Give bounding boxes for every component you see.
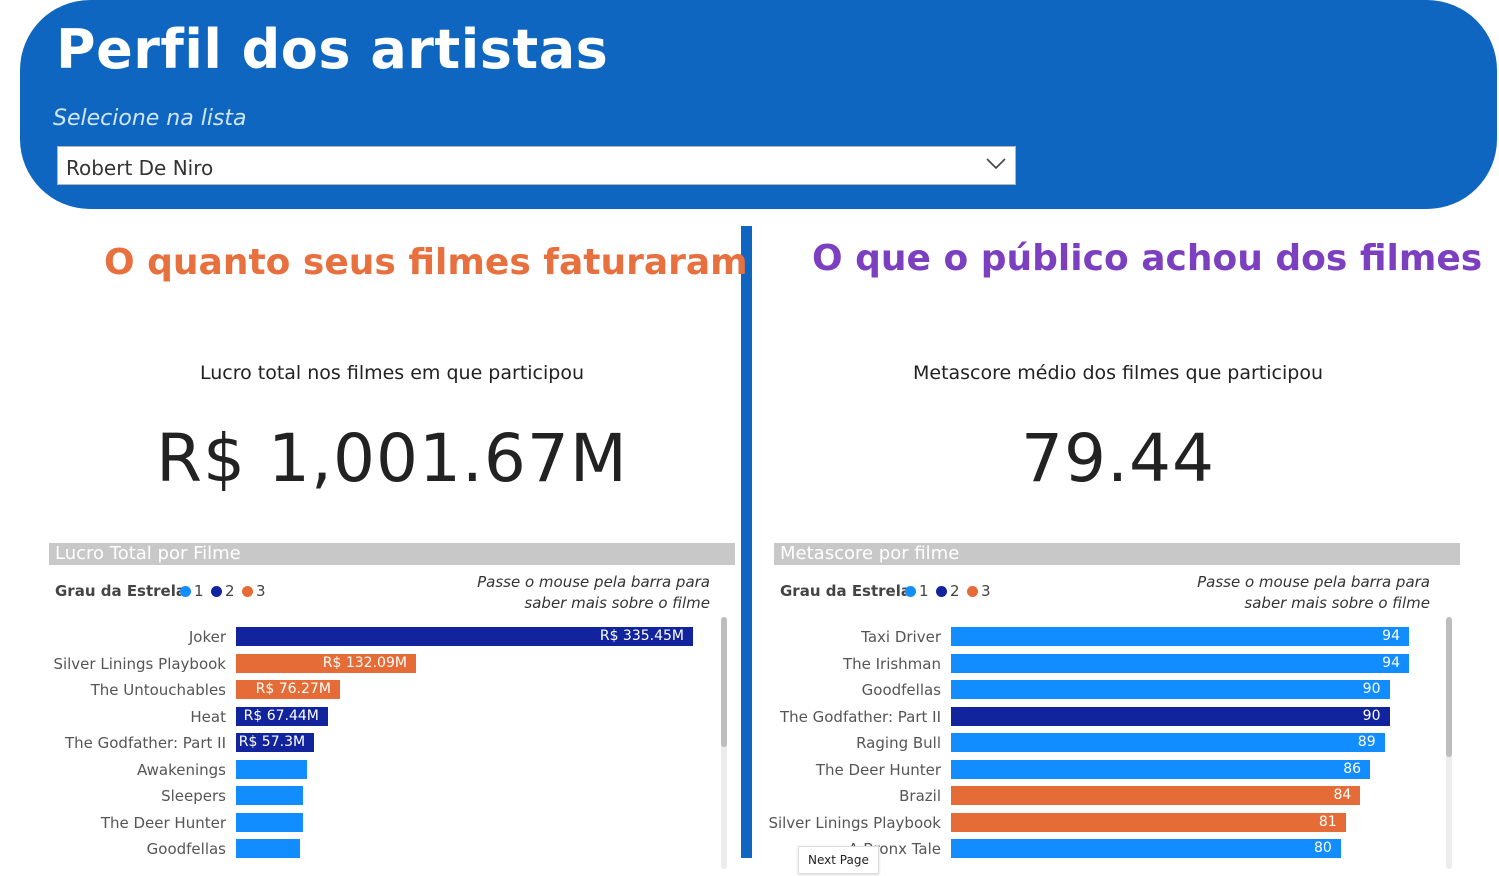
- legend-dot-icon: [211, 586, 222, 597]
- revenue-bar[interactable]: [236, 812, 303, 832]
- metascore-legend-title: Grau da Estrela: [780, 582, 911, 600]
- revenue-chart-title: Lucro Total por Filme: [49, 543, 735, 565]
- revenue-bar[interactable]: [236, 759, 307, 779]
- revenue-hint-line2: saber mais sobre o filme: [524, 594, 710, 612]
- metascore-bar-value-label: 90: [1362, 707, 1381, 724]
- revenue-bar-value-label: R$ 335.45M: [599, 628, 684, 644]
- metascore-hint-line1: Passe o mouse pela barra para: [1197, 573, 1430, 591]
- revenue-category-label: Joker: [188, 628, 226, 646]
- next-page-tooltip: Next Page: [798, 846, 879, 874]
- metascore-bar-value-label: 94: [1382, 654, 1400, 671]
- chevron-down-icon[interactable]: [985, 157, 1007, 171]
- metascore-category-label: The Deer Hunter: [815, 760, 941, 779]
- legend-dot-icon: [905, 586, 916, 597]
- metascore-bar-value-label: 84: [1333, 787, 1352, 803]
- page-title: Perfil dos artistas: [56, 18, 609, 81]
- metascore-chart-scroll-thumb[interactable]: [1446, 617, 1452, 757]
- metascore-chart-scrollbar[interactable]: [1446, 617, 1452, 869]
- metascore-chart-title: Metascore por filme: [774, 543, 1460, 565]
- revenue-category-label: Awakenings: [136, 760, 226, 779]
- revenue-category-label: The Godfather: Part II: [64, 734, 226, 752]
- audience-section-title: O que o público achou dos filmes: [812, 238, 1483, 279]
- revenue-category-label: The Deer Hunter: [100, 813, 226, 832]
- metascore-category-label: Goodfellas: [861, 681, 941, 699]
- revenue-category-label: Goodfellas: [146, 840, 226, 858]
- revenue-category-label: The Untouchables: [90, 681, 226, 699]
- revenue-chart-scrollbar[interactable]: [721, 617, 727, 869]
- header-banner: Perfil dos artistas Selecione na lista R…: [20, 0, 1497, 209]
- metascore-bar-value-label: 89: [1357, 734, 1376, 750]
- revenue-chart-scroll-thumb[interactable]: [721, 617, 727, 747]
- revenue-bar-value-label: R$ 57.3M: [238, 734, 306, 750]
- legend-dot-icon: [936, 586, 947, 597]
- revenue-section-title: O quanto seus filmes faturaram: [104, 242, 748, 283]
- metascore-category-label: Raging Bull: [856, 734, 941, 752]
- legend-label: 2: [225, 582, 235, 600]
- artist-dropdown-value: Robert De Niro: [66, 156, 214, 180]
- legend-label: 1: [919, 582, 929, 600]
- metascore-category-label: Brazil: [899, 787, 941, 805]
- metascore-bar-value-label: 90: [1362, 681, 1381, 697]
- revenue-hint-line1: Passe o mouse pela barra para: [477, 573, 710, 591]
- revenue-bar[interactable]: [236, 839, 301, 858]
- revenue-legend-item-3[interactable]: 3: [242, 582, 266, 600]
- select-label: Selecione na lista: [53, 106, 247, 131]
- revenue-category-label: Sleepers: [161, 787, 226, 805]
- metascore-category-label: The Godfather: Part II: [779, 707, 941, 726]
- metascore-kpi-label: Metascore médio dos filmes que participo…: [912, 362, 1323, 384]
- revenue-bar-value-label: R$ 67.44M: [243, 707, 319, 724]
- metascore-bar-value-label: 86: [1343, 760, 1362, 777]
- metascore-legend-item-2[interactable]: 2: [936, 582, 960, 600]
- section-divider: [741, 226, 752, 858]
- metascore-bar-value-label: 80: [1313, 840, 1332, 856]
- revenue-category-label: Silver Linings Playbook: [53, 654, 226, 673]
- revenue-legend-item-1[interactable]: 1: [180, 582, 204, 600]
- metascore-category-label: The Irishman: [842, 654, 941, 673]
- metascore-category-label: Silver Linings Playbook: [768, 813, 941, 832]
- revenue-legend-item-2[interactable]: 2: [211, 582, 235, 600]
- metascore-hint-line2: saber mais sobre o filme: [1244, 594, 1430, 612]
- legend-label: 3: [981, 582, 991, 600]
- legend-label: 1: [194, 582, 204, 600]
- artist-dropdown[interactable]: Robert De Niro: [57, 146, 1016, 185]
- revenue-bar-value-label: R$ 76.27M: [255, 681, 331, 697]
- revenue-bar-value-label: R$ 132.09M: [322, 654, 407, 671]
- legend-dot-icon: [180, 586, 191, 597]
- metascore-category-label: Taxi Driver: [861, 628, 941, 646]
- metascore-legend-item-3[interactable]: 3: [967, 582, 991, 600]
- metascore-legend-item-1[interactable]: 1: [905, 582, 929, 600]
- revenue-category-label: Heat: [190, 707, 226, 726]
- legend-dot-icon: [967, 586, 978, 597]
- revenue-kpi-label: Lucro total nos filmes em que participou: [199, 362, 585, 384]
- revenue-kpi-value: R$ 1,001.67M: [156, 420, 628, 497]
- legend-label: 2: [950, 582, 960, 600]
- revenue-bar[interactable]: [236, 786, 303, 805]
- metascore-bar-value-label: 81: [1318, 813, 1337, 830]
- legend-label: 3: [256, 582, 266, 600]
- metascore-kpi-value: 79.44: [1021, 420, 1215, 497]
- metascore-hint: Passe o mouse pela barra para saber mais…: [1140, 572, 1430, 614]
- revenue-legend-title: Grau da Estrela: [55, 582, 186, 600]
- revenue-hint: Passe o mouse pela barra para saber mais…: [420, 572, 710, 614]
- metascore-bar-value-label: 94: [1382, 628, 1400, 644]
- legend-dot-icon: [242, 586, 253, 597]
